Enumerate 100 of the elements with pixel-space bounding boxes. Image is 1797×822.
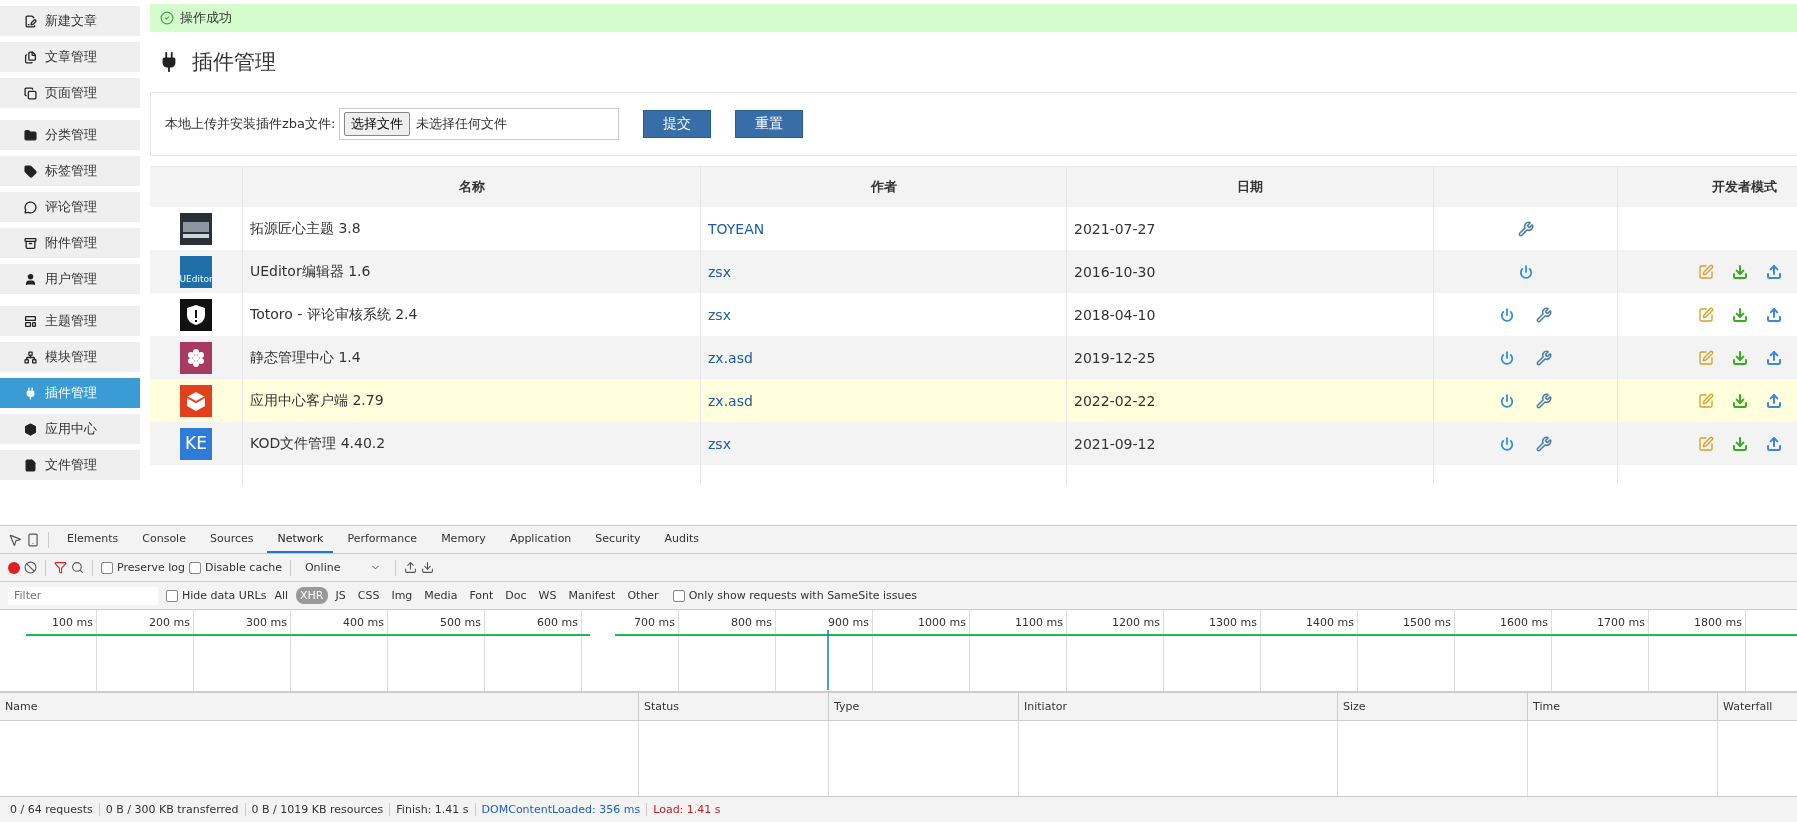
tick-label: 1100 ms <box>1015 616 1063 629</box>
sidebar-item[interactable]: 分类管理 <box>0 120 140 150</box>
type-filter[interactable]: CSS <box>353 587 384 604</box>
type-filter[interactable]: Img <box>387 587 417 604</box>
type-filter[interactable]: WS <box>534 587 561 604</box>
column-header[interactable]: Initiator <box>1018 693 1337 720</box>
tick-label: 500 ms <box>440 616 481 629</box>
upload-icon[interactable] <box>1766 306 1782 323</box>
upload-icon[interactable] <box>1766 349 1782 366</box>
hierarchy-icon <box>24 350 37 364</box>
column-header[interactable]: Type <box>828 693 1018 720</box>
download-icon[interactable] <box>1732 392 1748 409</box>
settings-icon[interactable] <box>1517 220 1534 237</box>
edit-icon[interactable] <box>1698 392 1714 409</box>
devtools-tab[interactable]: Elements <box>57 526 129 553</box>
column-header[interactable]: Size <box>1337 693 1527 720</box>
download-icon[interactable] <box>421 561 435 574</box>
choose-file-button[interactable]: 选择文件 <box>344 112 411 136</box>
logo-text: KE <box>185 435 207 452</box>
tag-icon <box>24 164 37 178</box>
power-icon[interactable] <box>1499 307 1514 322</box>
column-header[interactable]: Status <box>638 693 828 720</box>
submit-button[interactable]: 提交 <box>643 110 712 138</box>
plug-icon <box>24 386 37 400</box>
sidebar-item[interactable]: 附件管理 <box>0 228 140 258</box>
column-header[interactable]: Name <box>0 693 638 720</box>
sidebar-item[interactable]: 评论管理 <box>0 192 140 222</box>
inspect-icon[interactable] <box>8 532 22 547</box>
author-link[interactable]: zx.asd <box>708 392 753 409</box>
status-text: 0 / 64 requests <box>9 803 94 816</box>
devtools-tab[interactable]: Performance <box>337 526 428 553</box>
checkbox[interactable]: Preserve log <box>101 561 186 574</box>
sidebar-item[interactable]: 文件管理 <box>0 450 140 480</box>
type-filter[interactable]: Other <box>623 587 663 604</box>
power-icon[interactable] <box>1518 264 1533 279</box>
file-input[interactable]: 选择文件 未选择任何文件 <box>339 108 620 140</box>
type-filter[interactable]: JS <box>331 587 350 604</box>
checkbox[interactable]: Disable cache <box>189 561 282 574</box>
tick-label: 1000 ms <box>918 616 966 629</box>
settings-icon[interactable] <box>1535 349 1552 366</box>
tick-label: 1300 ms <box>1209 616 1257 629</box>
settings-icon[interactable] <box>1535 435 1552 452</box>
checkbox[interactable]: Only show requests with SameSite issues <box>672 589 917 602</box>
edit-icon[interactable] <box>1698 306 1714 323</box>
devtools-tab[interactable]: Audits <box>654 526 710 553</box>
type-filter[interactable]: Media <box>420 587 462 604</box>
tick-label: 1400 ms <box>1306 616 1354 629</box>
upload-icon[interactable] <box>1766 263 1782 280</box>
author-link[interactable]: TOYEAN <box>708 220 765 237</box>
tick-label: 800 ms <box>731 616 772 629</box>
tick-label: 1800 ms <box>1694 616 1742 629</box>
page-title: 插件管理 <box>192 49 276 76</box>
settings-icon[interactable] <box>1535 306 1552 323</box>
author-link[interactable]: zsx <box>708 435 731 452</box>
clear-icon[interactable] <box>24 561 37 574</box>
settings-icon[interactable] <box>1535 392 1552 409</box>
sidebar-item[interactable]: 应用中心 <box>0 414 140 444</box>
reset-button[interactable]: 重置 <box>735 110 804 138</box>
author-link[interactable]: zsx <box>708 306 731 323</box>
type-filter[interactable]: Manifest <box>564 587 620 604</box>
archive-icon <box>24 236 37 250</box>
sidebar-item[interactable]: 模块管理 <box>0 342 140 372</box>
record-icon[interactable] <box>8 561 20 574</box>
author-link[interactable]: zsx <box>708 263 731 280</box>
upload-icon[interactable] <box>404 561 418 574</box>
type-filter[interactable]: Doc <box>501 587 531 604</box>
column-header[interactable]: Waterfall <box>1717 693 1797 720</box>
devtools-tab[interactable]: Console <box>132 526 196 553</box>
devtools-tab[interactable]: Memory <box>431 526 496 553</box>
power-icon[interactable] <box>1499 393 1514 408</box>
type-filter[interactable]: Font <box>465 587 498 604</box>
sidebar-item[interactable]: 用户管理 <box>0 264 140 294</box>
filter-icon[interactable] <box>54 561 67 574</box>
author-link[interactable]: zx.asd <box>708 349 753 366</box>
tick-label: 300 ms <box>246 616 287 629</box>
edit-icon[interactable] <box>1698 349 1714 366</box>
edit-icon[interactable] <box>1698 435 1714 452</box>
upload-icon[interactable] <box>1766 392 1782 409</box>
search-icon[interactable] <box>71 561 84 574</box>
sidebar-item[interactable]: 页面管理 <box>0 78 140 108</box>
edit-icon[interactable] <box>1698 263 1714 280</box>
sidebar-item[interactable]: 新建文章 <box>0 6 140 36</box>
power-icon[interactable] <box>1499 350 1514 365</box>
devtools-tab[interactable]: Sources <box>199 526 264 553</box>
power-icon[interactable] <box>1499 436 1514 451</box>
devtools-tab[interactable]: Application <box>499 526 582 553</box>
sidebar-item[interactable]: 标签管理 <box>0 156 140 186</box>
sidebar-item[interactable]: 文章管理 <box>0 42 140 72</box>
checkbox[interactable]: Hide data URLs <box>166 589 267 602</box>
device-icon[interactable] <box>26 532 40 547</box>
upload-icon[interactable] <box>1766 435 1782 452</box>
user-icon <box>24 272 37 286</box>
column-header[interactable]: Time <box>1527 693 1717 720</box>
devtools-tab[interactable]: Security <box>585 526 651 553</box>
type-filter[interactable]: All <box>270 587 293 604</box>
throttle-select[interactable]: Online <box>298 561 388 574</box>
filter-field[interactable]: Filter <box>8 586 158 605</box>
download-icon[interactable] <box>1732 306 1748 323</box>
tick-label: 700 ms <box>634 616 675 629</box>
sidebar-item[interactable]: 主题管理 <box>0 306 140 336</box>
